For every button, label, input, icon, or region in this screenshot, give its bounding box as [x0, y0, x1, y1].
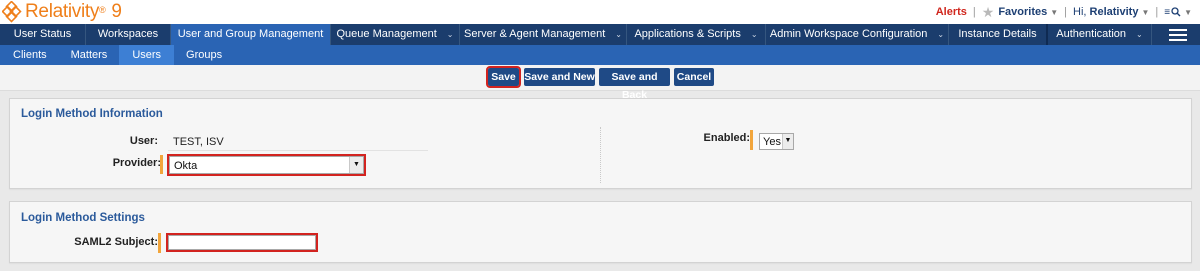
cancel-button[interactable]: Cancel: [674, 68, 714, 86]
tab-user-and-group-management[interactable]: User and Group Management: [171, 24, 331, 45]
tab-admin-workspace-configuration[interactable]: Admin Workspace Configuration ⌄: [766, 24, 949, 45]
search-icon: [1171, 7, 1181, 17]
brand-name: Relativity®: [25, 1, 106, 22]
tab-instance-details[interactable]: Instance Details: [949, 24, 1048, 45]
saml2-subject-input[interactable]: [166, 233, 318, 252]
user-menu-area: Alerts | ★ Favorites ▼ | Hi, Relativity ▼ …: [936, 0, 1192, 24]
list-lines-icon: ≡: [1164, 6, 1171, 18]
dropdown-arrow-icon: ▼: [782, 134, 793, 149]
brand-logo[interactable]: Relativity® 9: [2, 0, 122, 24]
chevron-down-icon: ▼: [1184, 7, 1192, 17]
user-value: TEST, ISV: [173, 136, 224, 148]
dropdown-arrow-icon: ▼: [349, 157, 363, 173]
favorites-menu[interactable]: Favorites ▼: [998, 6, 1058, 18]
subtab-matters[interactable]: Matters: [58, 45, 120, 65]
chevron-down-icon: ⌄: [937, 30, 945, 39]
main-navigation: User Status Workspaces User and Group Ma…: [0, 24, 1200, 45]
user-label: User:: [129, 135, 158, 147]
required-indicator: [160, 155, 163, 174]
tab-user-status[interactable]: User Status: [0, 24, 86, 45]
provider-label: Provider:: [112, 157, 161, 169]
subtab-users[interactable]: Users: [119, 45, 175, 65]
tab-server-agent-management[interactable]: Server & Agent Management ⌄: [460, 24, 627, 45]
provider-select[interactable]: Okta ▼: [167, 154, 366, 176]
required-indicator: [750, 130, 753, 150]
section-title: Login Method Information: [21, 108, 163, 120]
enabled-label: Enabled:: [703, 132, 750, 144]
chevron-down-icon: ▼: [1050, 8, 1059, 17]
section-title: Login Method Settings: [21, 212, 145, 224]
divider: |: [1155, 6, 1159, 18]
brand-version: 9: [111, 1, 122, 22]
required-indicator: [158, 233, 161, 253]
save-and-back-button[interactable]: Save and Back: [599, 68, 670, 101]
sub-navigation: Clients Matters Users Groups: [0, 45, 1200, 65]
tab-workspaces[interactable]: Workspaces: [86, 24, 171, 45]
enabled-select[interactable]: Yes ▼: [759, 133, 794, 150]
divider: |: [972, 6, 976, 18]
saml2-subject-label: SAML2 Subject:: [74, 236, 158, 248]
tab-applications-scripts[interactable]: Applications & Scripts ⌄: [627, 24, 766, 45]
chevron-down-icon: ▼: [1141, 8, 1150, 17]
hamburger-menu-icon[interactable]: [1169, 29, 1187, 41]
top-header: Relativity® 9 Alerts | ★ Favorites ▼ | Hi…: [0, 0, 1200, 25]
column-divider: [600, 127, 601, 183]
star-icon[interactable]: ★: [982, 4, 995, 21]
divider: [168, 150, 428, 151]
subtab-clients[interactable]: Clients: [0, 45, 58, 65]
chevron-down-icon: ⌄: [750, 30, 758, 39]
save-and-new-button[interactable]: Save and New: [524, 68, 595, 86]
tab-authentication[interactable]: Authentication ⌄: [1048, 24, 1152, 45]
chevron-down-icon: ⌄: [446, 30, 454, 39]
subtab-groups[interactable]: Groups: [174, 45, 234, 65]
save-button[interactable]: Save: [486, 66, 521, 88]
user-greeting-menu[interactable]: Hi, Relativity ▼: [1073, 6, 1149, 18]
chevron-down-icon: ⌄: [615, 30, 622, 39]
chevron-down-icon: ⌄: [1136, 30, 1143, 39]
relativity-logo-icon: [2, 1, 22, 23]
action-bar: Save Save and New Save and Back Cancel: [0, 65, 1200, 101]
login-method-information-panel: Login Method Information User: TEST, ISV…: [9, 98, 1192, 189]
search-menu[interactable]: ≡ ▼: [1164, 7, 1192, 18]
alerts-link[interactable]: Alerts: [936, 6, 967, 18]
login-method-settings-panel: Login Method Settings SAML2 Subject:: [9, 201, 1192, 263]
divider: |: [1064, 6, 1068, 18]
tab-queue-management[interactable]: Queue Management ⌄: [331, 24, 460, 45]
